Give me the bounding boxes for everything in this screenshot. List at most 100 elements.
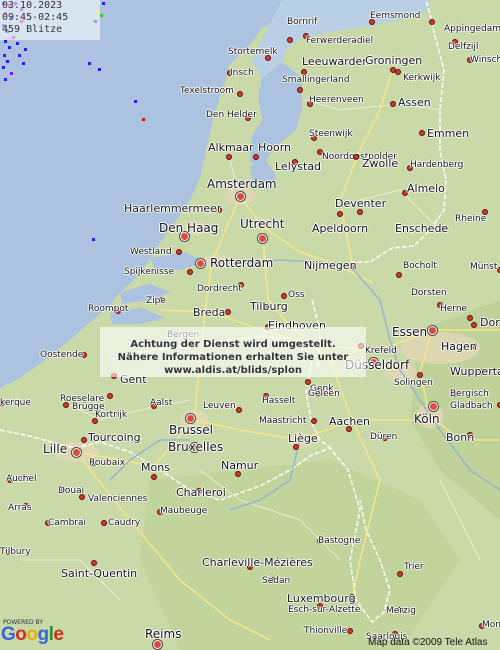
place-label: Trier	[404, 562, 424, 572]
city-marker[interactable]	[236, 407, 242, 413]
place-label: Texelstroom	[180, 86, 234, 96]
city-marker[interactable]	[396, 272, 402, 278]
place-label: Roeselare	[60, 394, 105, 404]
place-label: Emmen	[427, 127, 470, 140]
place-label: Hoorn	[258, 141, 292, 154]
strike-marker	[92, 238, 95, 241]
city-marker[interactable]	[257, 233, 267, 243]
strike-marker	[98, 68, 101, 71]
place-label: Hagen	[441, 340, 477, 353]
place-label: Tilburg	[250, 300, 288, 313]
place-label: Breda	[193, 306, 226, 319]
city-marker[interactable]	[101, 520, 107, 526]
place-label: Roompot	[88, 304, 129, 314]
place-label: Aalst	[150, 398, 173, 408]
place-label: Maubeuge	[160, 506, 208, 516]
place-label: Steenwijk	[309, 129, 353, 139]
place-label: Smallingerland	[282, 75, 350, 85]
city-marker[interactable]	[81, 437, 87, 443]
place-label: Arras	[8, 503, 32, 513]
place-label: Tourcoing	[88, 431, 141, 444]
place-label: Ferwerderadiel	[306, 36, 374, 46]
place-label: Den Haag	[159, 221, 219, 235]
place-label: Auchel	[6, 474, 37, 484]
city-marker[interactable]	[226, 154, 232, 160]
map-data-attribution[interactable]: Map data ©2009 Tele Atlas	[368, 637, 488, 648]
place-label: Aachen	[329, 415, 371, 428]
city-marker[interactable]	[471, 322, 477, 328]
place-label: Delfzijl	[448, 42, 479, 52]
place-label: Kortrijk	[95, 410, 128, 420]
city-marker[interactable]	[347, 628, 353, 634]
city-marker[interactable]	[185, 413, 195, 423]
strike-marker	[18, 54, 21, 57]
place-label: Esch-sur-Alzette	[288, 605, 361, 615]
city-marker[interactable]	[397, 571, 403, 577]
place-label: Solingen	[394, 378, 433, 388]
city-marker[interactable]	[467, 315, 473, 321]
place-label: Eemsmond	[370, 11, 421, 21]
city-marker[interactable]	[427, 325, 437, 335]
city-marker[interactable]	[287, 37, 293, 43]
city-marker[interactable]	[395, 69, 401, 75]
strike-marker	[2, 66, 5, 69]
city-marker[interactable]	[107, 393, 113, 399]
strike-marker	[88, 62, 91, 65]
place-label: Roubaix	[89, 458, 126, 468]
place-label: Köln	[414, 412, 440, 426]
strike-marker	[10, 72, 13, 75]
city-marker[interactable]	[235, 191, 245, 201]
strike-marker	[16, 42, 19, 45]
place-label: Dor	[480, 316, 500, 329]
strike-marker	[134, 100, 137, 103]
place-label: Brussel	[169, 423, 213, 437]
strike-marker	[6, 60, 9, 63]
strike-marker	[4, 40, 7, 43]
city-marker[interactable]	[429, 19, 435, 25]
city-marker[interactable]	[419, 130, 425, 136]
city-marker[interactable]	[237, 91, 243, 97]
google-logo[interactable]: Google	[1, 624, 64, 646]
strike-marker	[142, 118, 145, 121]
notice-url[interactable]: www.aldis.at/blids/splon	[100, 364, 366, 377]
place-label: Tilbury	[0, 547, 31, 557]
strike-marker	[3, 54, 6, 57]
place-label: Namur	[221, 459, 259, 472]
map-canvas[interactable]: Bornrif Eemsmond Appingedam Ferwerderadiel D…	[0, 0, 500, 650]
city-marker[interactable]	[390, 101, 396, 107]
strike-info-overlay: 03.10.2023 09:45-02:45 459 Blitze	[0, 0, 100, 40]
place-label: Düren	[370, 432, 398, 442]
city-marker[interactable]	[253, 154, 259, 160]
place-label: Den Helder	[206, 110, 257, 120]
place-label: Rotterdam	[210, 256, 274, 270]
place-label: Groningen	[365, 54, 423, 67]
place-label: Bergisch	[450, 389, 489, 399]
city-marker[interactable]	[91, 560, 97, 566]
place-label: Bastogne	[318, 536, 361, 546]
city-marker[interactable]	[151, 474, 157, 480]
place-label: Stortemelk	[228, 47, 278, 57]
place-label: Krefeld	[365, 346, 397, 356]
city-marker[interactable]	[225, 309, 231, 315]
place-label: Douai	[58, 486, 85, 496]
place-label: Gladbach	[450, 401, 493, 411]
place-label: Oostende	[40, 350, 84, 360]
city-marker[interactable]	[337, 211, 343, 217]
city-marker[interactable]	[195, 258, 205, 268]
place-label: Oss	[288, 290, 305, 300]
strike-marker	[4, 78, 7, 81]
place-label: Dordrecht	[197, 284, 242, 294]
strike-count-text: 459 Blitze	[2, 24, 63, 35]
place-label: Assen	[398, 96, 431, 109]
city-marker[interactable]	[311, 418, 317, 424]
city-marker[interactable]	[297, 87, 303, 93]
city-marker[interactable]	[281, 293, 287, 299]
city-marker[interactable]	[428, 401, 438, 411]
city-marker[interactable]	[187, 269, 193, 275]
city-marker[interactable]	[176, 249, 182, 255]
place-label: Heerenveen	[309, 95, 364, 105]
city-marker[interactable]	[353, 154, 359, 160]
place-label: Almelo	[407, 182, 445, 195]
place-label: Spijkenisse	[124, 267, 174, 277]
city-marker[interactable]	[71, 447, 81, 457]
